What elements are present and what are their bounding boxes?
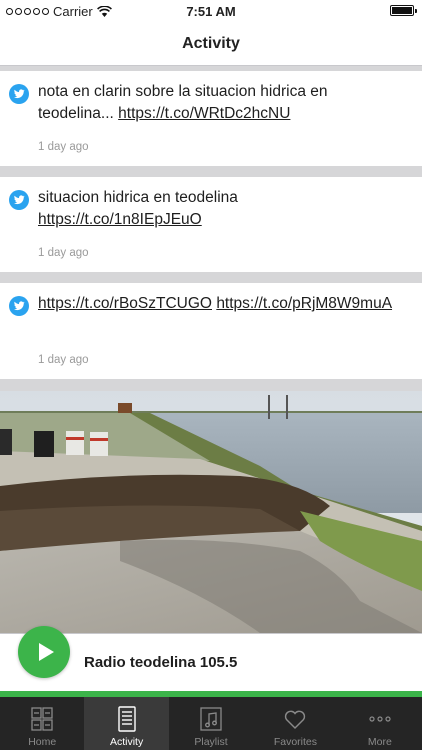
tab-home[interactable]: Home: [0, 697, 84, 750]
activity-feed[interactable]: nota en clarin sobre la situacion hidric…: [0, 71, 422, 390]
tweet-link[interactable]: https://t.co/pRjM8W9muA: [216, 295, 392, 312]
home-grid-icon: [31, 707, 53, 731]
twitter-icon: [9, 190, 29, 210]
playlist-music-icon: [200, 707, 222, 731]
battery-icon: [390, 5, 417, 16]
tweet-card[interactable]: https://t.co/rBoSzTCUGO https://t.co/pRj…: [0, 283, 422, 379]
tweet-text: situacion hidrica en teodelina https://t…: [38, 187, 402, 231]
tweet-timestamp: 1 day ago: [38, 354, 89, 366]
tweet-body: situacion hidrica en teodelina: [38, 189, 238, 206]
activity-list-icon: [117, 706, 136, 732]
tweet-timestamp: 1 day ago: [38, 141, 89, 153]
status-time: 7:51 AM: [186, 4, 236, 19]
tab-label: Home: [28, 736, 57, 748]
status-bar: Carrier 7:51 AM: [0, 0, 422, 22]
heart-icon: [285, 710, 306, 729]
tab-activity[interactable]: Activity: [84, 697, 169, 750]
tweet-text: https://t.co/rBoSzTCUGO https://t.co/pRj…: [38, 293, 402, 315]
twitter-icon: [9, 84, 29, 104]
play-button[interactable]: [18, 626, 70, 678]
play-icon: [38, 643, 54, 661]
tab-label: More: [367, 736, 392, 748]
radio-player: Radio teodelina 105.5: [0, 626, 422, 697]
tab-bar: Home Activity Playlist Favorites More: [0, 697, 422, 750]
twitter-icon: [9, 296, 29, 316]
tweet-link[interactable]: https://t.co/WRtDc2hcNU: [118, 105, 290, 122]
flood-photo-image: [0, 391, 422, 633]
tab-favorites[interactable]: Favorites: [253, 697, 337, 750]
tab-playlist[interactable]: Playlist: [169, 697, 253, 750]
tab-more[interactable]: More: [338, 697, 422, 750]
page-title: Activity: [182, 34, 240, 52]
tweet-link[interactable]: https://t.co/rBoSzTCUGO: [38, 295, 212, 312]
tweet-timestamp: 1 day ago: [38, 247, 89, 259]
tab-label: Activity: [109, 736, 144, 748]
tweet-card[interactable]: situacion hidrica en teodelina https://t…: [0, 177, 422, 272]
tab-label: Playlist: [194, 736, 228, 748]
tweet-photo[interactable]: [0, 391, 422, 633]
tweet-card[interactable]: nota en clarin sobre la situacion hidric…: [0, 71, 422, 166]
station-name: Radio teodelina 105.5: [84, 654, 238, 671]
more-dots-icon: [369, 716, 391, 722]
navigation-bar: Activity: [0, 22, 422, 66]
tab-label: Favorites: [273, 736, 318, 748]
tweet-text: nota en clarin sobre la situacion hidric…: [38, 81, 402, 125]
tweet-link[interactable]: https://t.co/1n8IEpJEuO: [38, 211, 202, 228]
